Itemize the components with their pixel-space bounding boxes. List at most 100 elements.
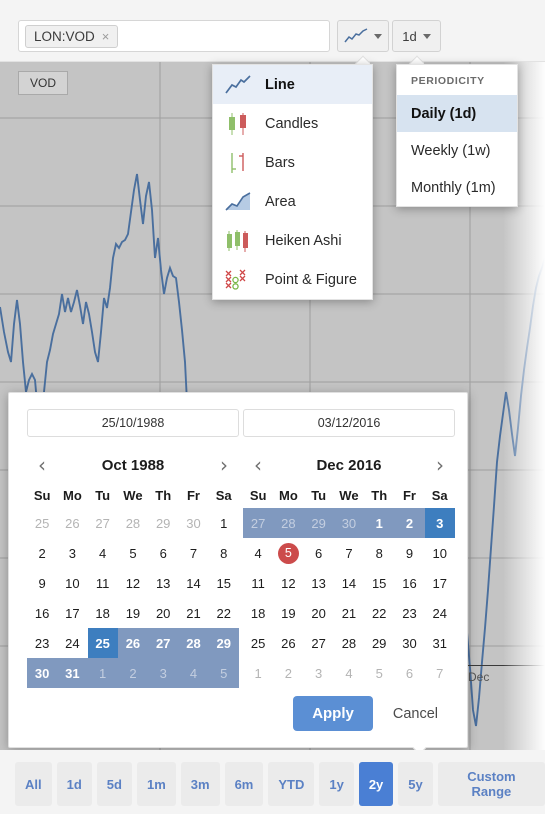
chart-type-button[interactable] — [337, 20, 389, 52]
calendar-day[interactable]: 3 — [57, 538, 87, 568]
range-button-all[interactable]: All — [15, 762, 52, 806]
calendar-day[interactable]: 9 — [27, 568, 57, 598]
calendar-day[interactable]: 23 — [27, 628, 57, 658]
chart-type-item-point-and-figure[interactable]: Point & Figure — [213, 260, 372, 299]
calendar-day[interactable]: 12 — [118, 568, 148, 598]
calendar-day[interactable]: 26 — [273, 628, 303, 658]
calendar-day[interactable]: 28 — [118, 508, 148, 538]
symbol-input[interactable]: LON:VOD × — [18, 20, 330, 52]
range-button-1m[interactable]: 1m — [136, 762, 176, 806]
calendar-day[interactable]: 5 — [208, 658, 239, 688]
calendar-day[interactable]: 26 — [57, 508, 87, 538]
calendar-day[interactable]: 1 — [87, 658, 118, 688]
calendar-day[interactable]: 4 — [334, 658, 364, 688]
chart-type-item-candles[interactable]: Candles — [213, 104, 372, 143]
range-button-6m[interactable]: 6m — [224, 762, 264, 806]
symbol-tag[interactable]: LON:VOD × — [25, 25, 119, 48]
calendar-day[interactable]: 25 — [243, 628, 273, 658]
calendar-day[interactable]: 21 — [178, 598, 208, 628]
calendar-day[interactable]: 14 — [178, 568, 208, 598]
calendar-day[interactable]: 7 — [178, 538, 208, 568]
end-date-input[interactable]: 03/12/2016 — [243, 409, 455, 437]
calendar-day[interactable]: 3 — [304, 658, 334, 688]
calendar-day[interactable]: 27 — [243, 508, 274, 538]
calendar-day[interactable]: 31 — [57, 658, 88, 688]
close-icon[interactable]: × — [102, 30, 110, 43]
calendar-day[interactable]: 29 — [148, 508, 178, 538]
calendar-day[interactable]: 17 — [425, 568, 455, 598]
calendar-day[interactable]: 7 — [334, 538, 364, 568]
calendar-day[interactable]: 25 — [87, 628, 118, 658]
calendar-day[interactable]: 6 — [304, 538, 334, 568]
chart-type-item-bars[interactable]: Bars — [213, 143, 372, 182]
cancel-button[interactable]: Cancel — [381, 697, 450, 731]
calendar-day[interactable]: 4 — [243, 538, 273, 568]
calendar-day[interactable]: 7 — [425, 658, 455, 688]
calendar-day[interactable]: 1 — [243, 658, 273, 688]
calendar-day[interactable]: 14 — [334, 568, 364, 598]
calendar-day[interactable]: 2 — [273, 658, 303, 688]
calendar-day[interactable]: 3 — [148, 658, 179, 688]
calendar-day[interactable]: 13 — [148, 568, 178, 598]
range-button-3m[interactable]: 3m — [180, 762, 220, 806]
calendar-day[interactable]: 26 — [117, 628, 149, 658]
calendar-day[interactable]: 27 — [88, 508, 118, 538]
calendar-day[interactable]: 5 — [118, 538, 148, 568]
range-button-custom-range[interactable]: Custom Range — [437, 762, 545, 806]
calendar-day[interactable]: 13 — [304, 568, 334, 598]
calendar-day[interactable]: 19 — [273, 598, 303, 628]
calendar-day[interactable]: 18 — [88, 598, 118, 628]
calendar-day[interactable]: 8 — [209, 538, 239, 568]
apply-button[interactable]: Apply — [293, 696, 373, 731]
calendar-day[interactable]: 30 — [27, 658, 58, 688]
range-button-2y[interactable]: 2y — [358, 762, 394, 806]
calendar-day[interactable]: 28 — [334, 628, 364, 658]
periodicity-item-weekly[interactable]: Weekly (1w) — [397, 132, 517, 169]
calendar-day[interactable]: 5 — [364, 658, 394, 688]
range-button-5y[interactable]: 5y — [398, 762, 433, 806]
calendar-day[interactable]: 20 — [304, 598, 334, 628]
range-button-5d[interactable]: 5d — [96, 762, 132, 806]
calendar-day[interactable]: 6 — [148, 538, 178, 568]
calendar-day[interactable]: 15 — [209, 568, 239, 598]
prev-month-button[interactable]: ‹ — [34, 455, 50, 475]
periodicity-item-daily[interactable]: Daily (1d) — [397, 95, 517, 132]
calendar-day[interactable]: 24 — [425, 598, 455, 628]
calendar-day[interactable]: 18 — [243, 598, 273, 628]
calendar-day[interactable]: 3 — [424, 508, 455, 538]
calendar-day[interactable]: 27 — [304, 628, 334, 658]
calendar-day[interactable]: 28 — [178, 628, 209, 658]
calendar-day[interactable]: 8 — [364, 538, 394, 568]
calendar-day[interactable]: 30 — [333, 508, 365, 538]
next-month-button[interactable]: › — [216, 455, 232, 475]
calendar-day[interactable]: 10 — [57, 568, 87, 598]
calendar-day[interactable]: 28 — [273, 508, 304, 538]
calendar-day[interactable]: 22 — [364, 598, 394, 628]
calendar-day[interactable]: 16 — [27, 598, 57, 628]
calendar-day[interactable]: 11 — [88, 568, 118, 598]
range-button-1y[interactable]: 1y — [319, 762, 354, 806]
calendar-day[interactable]: 25 — [27, 508, 57, 538]
calendar-day[interactable]: 2 — [394, 508, 425, 538]
calendar-day[interactable]: 1 — [209, 508, 239, 538]
calendar-day[interactable]: 2 — [27, 538, 57, 568]
calendar-day[interactable]: 1 — [364, 508, 395, 538]
calendar-day[interactable]: 4 — [88, 538, 118, 568]
calendar-day[interactable]: 24 — [57, 628, 87, 658]
calendar-day[interactable]: 29 — [303, 508, 334, 538]
calendar-day[interactable]: 29 — [208, 628, 239, 658]
calendar-day[interactable]: 23 — [394, 598, 424, 628]
chart-type-item-line[interactable]: Line — [213, 65, 372, 104]
calendar-day[interactable]: 5 — [273, 538, 303, 568]
range-button-ytd[interactable]: YTD — [268, 762, 315, 806]
calendar-day[interactable]: 16 — [394, 568, 424, 598]
chart-type-item-heiken-ashi[interactable]: Heiken Ashi — [213, 221, 372, 260]
calendar-day[interactable]: 17 — [57, 598, 87, 628]
prev-month-button[interactable]: ‹ — [250, 455, 266, 475]
calendar-day[interactable]: 9 — [394, 538, 424, 568]
calendar-day[interactable]: 30 — [178, 508, 208, 538]
calendar-day[interactable]: 19 — [118, 598, 148, 628]
calendar-day[interactable]: 10 — [425, 538, 455, 568]
calendar-day[interactable]: 30 — [394, 628, 424, 658]
periodicity-item-monthly[interactable]: Monthly (1m) — [397, 169, 517, 206]
